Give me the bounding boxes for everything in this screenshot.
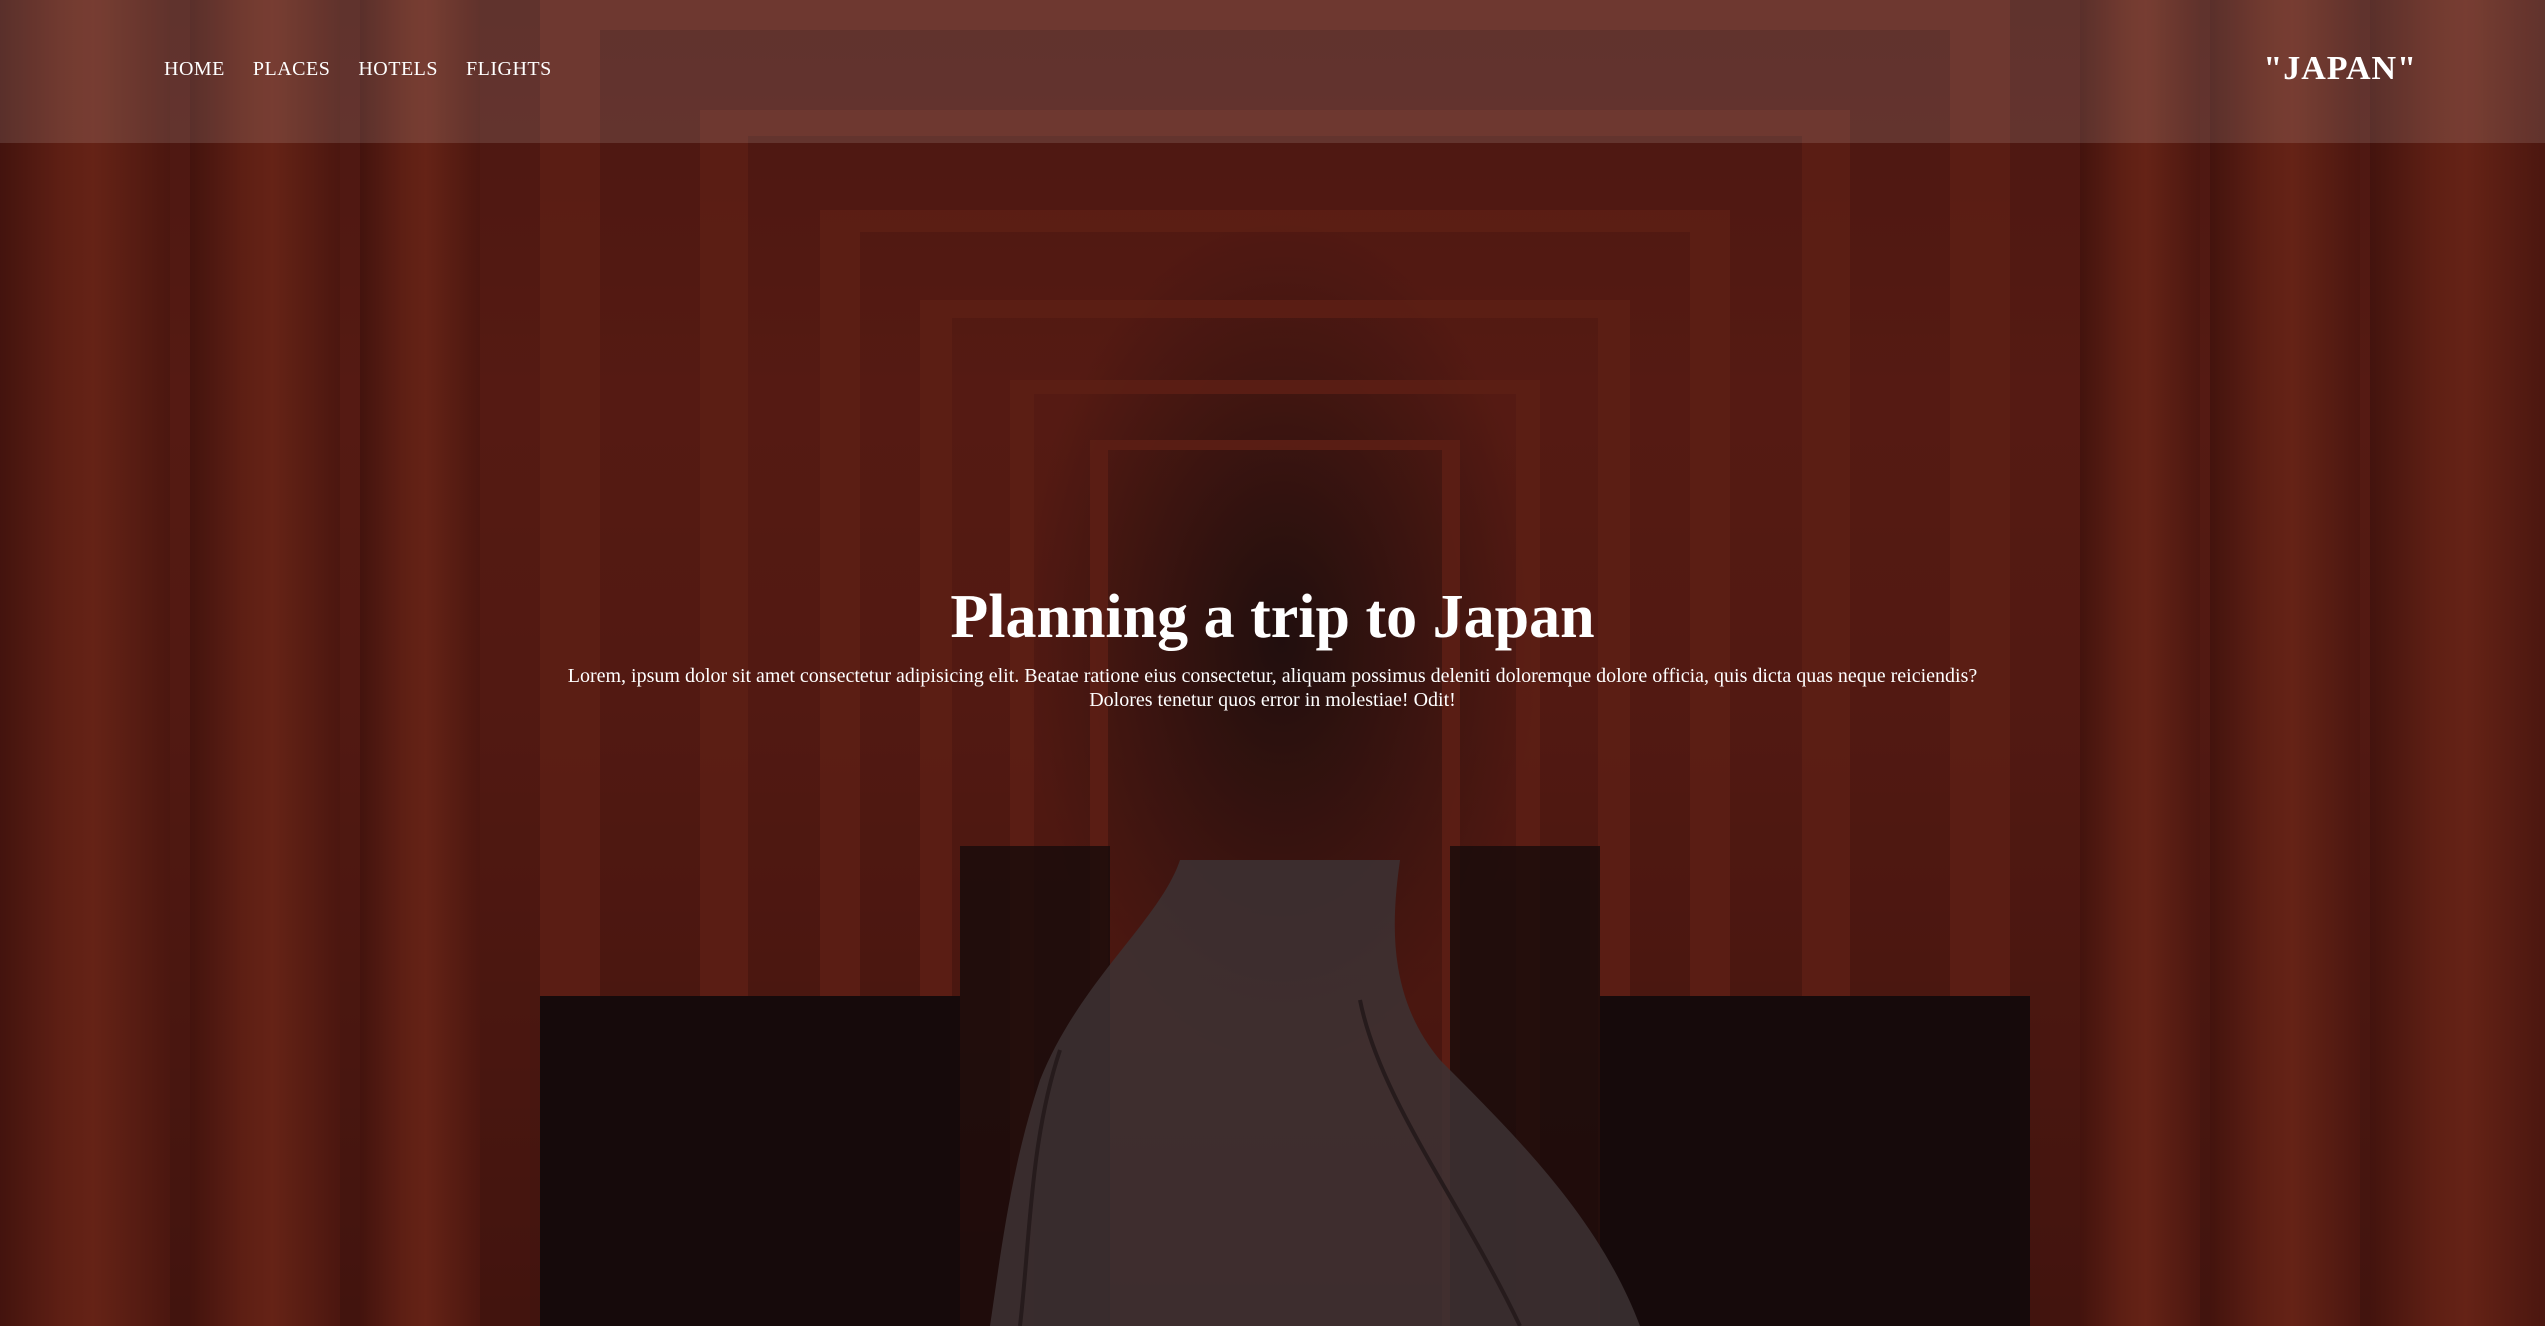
hero-section: HOME PLACES HOTELS FLIGHTS "JAPAN" Plann… [0, 0, 2545, 1326]
hero-headline: Planning a trip to Japan [950, 583, 1595, 651]
brand-logo[interactable]: "JAPAN" [2263, 50, 2417, 88]
nav-link-places[interactable]: PLACES [253, 58, 330, 81]
hero-content: Planning a trip to Japan Lorem, ipsum do… [0, 580, 2545, 712]
nav-link-flights[interactable]: FLIGHTS [466, 58, 552, 81]
top-navbar: HOME PLACES HOTELS FLIGHTS "JAPAN" [0, 0, 2545, 143]
hero-lead-text: Lorem, ipsum dolor sit amet consectetur … [567, 665, 1978, 711]
nav-link-home[interactable]: HOME [164, 58, 225, 81]
nav-link-hotels[interactable]: HOTELS [358, 58, 438, 81]
nav-links: HOME PLACES HOTELS FLIGHTS [164, 58, 552, 81]
